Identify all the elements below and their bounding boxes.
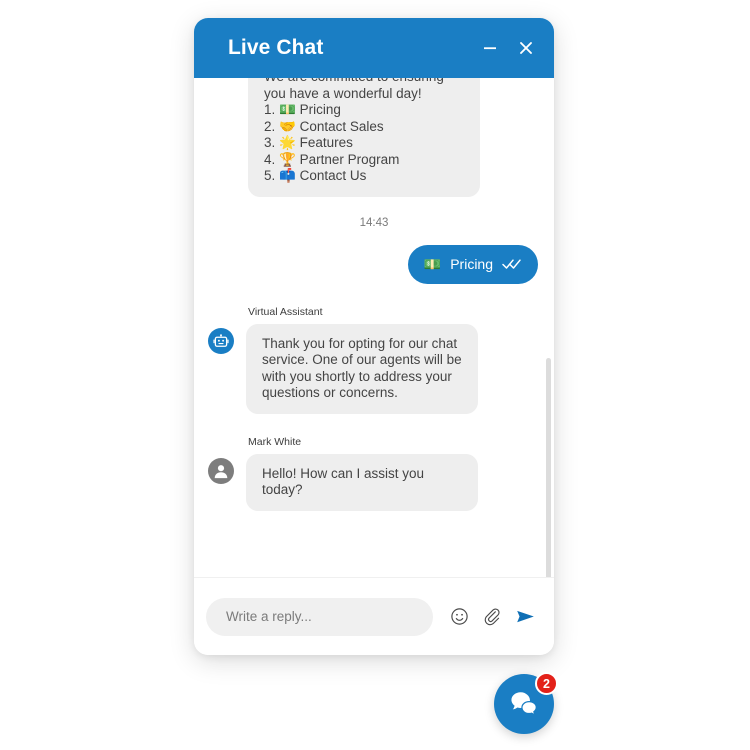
- attach-button[interactable]: [481, 606, 503, 628]
- message-column: Virtual Assistant Thank you for opting f…: [246, 306, 478, 414]
- message-bot-options: free to select one of the available opti…: [248, 78, 540, 197]
- chat-launcher: 2: [494, 672, 558, 736]
- message-composer: [194, 577, 554, 655]
- emoji-button[interactable]: [448, 606, 470, 628]
- money-emoji-icon: 💵: [423, 255, 442, 272]
- option-label: Features: [299, 135, 353, 150]
- option-number: 4.: [264, 151, 276, 167]
- message-row-agent: Mark White Hello! How can I assist you t…: [208, 436, 540, 511]
- option-number: 3.: [264, 135, 276, 150]
- trophy-emoji-icon: 🏆: [279, 151, 296, 167]
- message-column: Mark White Hello! How can I assist you t…: [246, 436, 478, 511]
- star-emoji-icon: 🌟: [279, 135, 296, 150]
- option-label: Contact Sales: [299, 118, 384, 134]
- message-line: We are committed to ensuring: [264, 78, 464, 86]
- message-bubble-outgoing: 💵 Pricing: [407, 244, 538, 284]
- send-button[interactable]: [514, 606, 536, 628]
- message-list: free to select one of the available opti…: [194, 78, 554, 577]
- message-row-virtual-assistant: Virtual Assistant Thank you for opting f…: [208, 306, 540, 414]
- avatar: [208, 327, 234, 354]
- quick-option-pricing[interactable]: 1. 💵 Pricing: [264, 102, 464, 119]
- send-icon: [516, 610, 534, 623]
- scrollbar-thumb[interactable]: [546, 358, 551, 577]
- header-actions: [480, 38, 536, 58]
- mailbox-emoji-icon: 📫: [279, 168, 296, 183]
- quick-option-contact-sales[interactable]: 2. 🤝 Contact Sales: [264, 119, 464, 136]
- double-check-icon: [502, 258, 522, 270]
- message-scroll-area[interactable]: free to select one of the available opti…: [208, 78, 540, 577]
- robot-avatar-icon: [213, 333, 229, 347]
- option-label: Pricing: [299, 102, 341, 117]
- close-icon: [520, 42, 532, 54]
- chat-title: Live Chat: [228, 36, 324, 59]
- option-number: 1.: [264, 102, 276, 117]
- sender-name: Mark White: [248, 435, 302, 448]
- sender-name: Virtual Assistant: [248, 305, 323, 318]
- option-number: 2.: [264, 118, 276, 134]
- paperclip-icon: [484, 608, 500, 626]
- money-emoji-icon: 💵: [279, 102, 296, 117]
- avatar: [208, 457, 234, 484]
- message-bubble: Thank you for opting for our chat servic…: [246, 323, 478, 414]
- option-label: Partner Program: [299, 151, 400, 167]
- composer-actions: [448, 606, 536, 628]
- minimize-button[interactable]: [480, 38, 500, 58]
- chat-header: Live Chat: [194, 18, 554, 78]
- reply-input[interactable]: [206, 597, 433, 636]
- message-line: you have a wonderful day!: [264, 85, 422, 101]
- chat-bubbles-icon: [511, 692, 537, 716]
- option-number: 5.: [264, 168, 276, 183]
- close-button[interactable]: [516, 38, 536, 58]
- quick-option-features[interactable]: 3. 🌟 Features: [264, 135, 464, 152]
- unread-badge[interactable]: 2: [535, 672, 558, 695]
- minimize-icon: [484, 47, 496, 50]
- option-label: Contact Us: [299, 168, 367, 183]
- message-timestamp: 14:43: [359, 216, 389, 229]
- message-text: Pricing: [450, 256, 493, 272]
- smiley-icon: [450, 608, 468, 625]
- message-bubble: free to select one of the available opti…: [248, 78, 480, 197]
- message-bubble: Hello! How can I assist you today?: [246, 453, 478, 511]
- person-avatar-icon: [214, 464, 228, 478]
- quick-option-partner-program[interactable]: 4. 🏆 Partner Program: [264, 152, 464, 169]
- live-chat-widget: Live Chat free to select one of the avai…: [194, 18, 554, 655]
- quick-option-contact-us[interactable]: 5. 📫 Contact Us: [264, 168, 464, 185]
- handshake-emoji-icon: 🤝: [279, 118, 296, 134]
- message-row-outgoing: 💵 Pricing: [208, 244, 540, 284]
- message-scrollbar[interactable]: [546, 78, 552, 577]
